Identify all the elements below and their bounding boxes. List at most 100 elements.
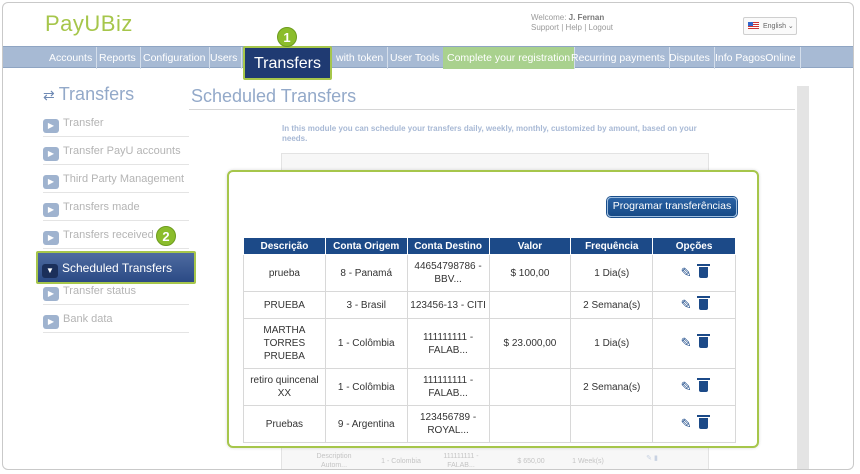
payu-biz-logo[interactable]: PayUBiz bbox=[45, 11, 133, 37]
cell-destino: 123456789 - ROYAL... bbox=[406, 405, 490, 443]
nav-disputes[interactable]: Disputes bbox=[665, 47, 715, 69]
edit-pencil-icon[interactable]: ✎ bbox=[681, 265, 692, 280]
bg-cell-descricao: Description Autom... bbox=[316, 453, 352, 469]
table-row: retiro quincenal XX 1 - Colômbia 1111111… bbox=[243, 368, 736, 406]
edit-pencil-icon[interactable]: ✎ bbox=[681, 297, 692, 312]
welcome-box: Welcome: J. Fernan Support | Help | Logo… bbox=[531, 13, 613, 33]
sidebar-title: ⇄ Transfers bbox=[43, 84, 134, 105]
table-row: PRUEBA 3 - Brasil 123456-13 - CITI 2 Sem… bbox=[243, 291, 736, 319]
scheduled-transfers-popup: Programar transferências Descrição Conta… bbox=[227, 170, 759, 448]
sidebar-item-label: Transfer status bbox=[63, 285, 136, 297]
cell-frequencia: 1 Dia(s) bbox=[570, 254, 654, 292]
bg-cell-origem: 1 - Colombia bbox=[381, 458, 421, 465]
edit-pencil-icon[interactable]: ✎ bbox=[681, 416, 692, 431]
col-conta-destino: Conta Destino bbox=[406, 237, 490, 255]
main-navbar: Accounts Reports Configuration Users wit… bbox=[3, 46, 853, 69]
sidebar-title-text: Transfers bbox=[58, 84, 135, 104]
header-links[interactable]: Support | Help | Logout bbox=[531, 23, 613, 32]
cell-destino: 111111111 - FALAB... bbox=[406, 318, 490, 369]
cell-opcoes: ✎ bbox=[652, 368, 736, 406]
bg-cell-valor: $ 650,00 bbox=[517, 458, 545, 465]
user-name: J. Fernan bbox=[568, 13, 605, 22]
nav-reports[interactable]: Reports bbox=[95, 47, 141, 69]
delete-trash-icon[interactable] bbox=[696, 334, 710, 348]
cell-frequencia: 2 Semana(s) bbox=[570, 291, 654, 319]
cell-valor bbox=[488, 291, 572, 319]
cell-frequencia: 2 Semana(s) bbox=[570, 368, 654, 406]
logo-text: PayUBiz bbox=[45, 11, 133, 36]
delete-trash-icon[interactable] bbox=[696, 295, 710, 310]
table-row: prueba 8 - Panamá 44654798786 - BBV... $… bbox=[243, 254, 736, 292]
sidebar-item-label: Transfer PayU accounts bbox=[63, 145, 181, 157]
cell-descricao: MARTHA TORRES PRUEBA bbox=[243, 318, 326, 369]
cell-frequencia: 1 Dia(s) bbox=[570, 318, 654, 369]
sidebar-item-scheduled-transfers[interactable]: ▼ Scheduled Transfers bbox=[36, 251, 196, 284]
sidebar-item-label: Transfers made bbox=[63, 201, 140, 213]
cell-destino: 123456-13 - CITI bbox=[406, 291, 490, 319]
edit-pencil-icon[interactable]: ✎ bbox=[681, 379, 692, 394]
nav-complete-registration[interactable]: Complete your registration bbox=[443, 47, 576, 69]
table-header-row: Descrição Conta Origem Conta Destino Val… bbox=[243, 237, 736, 255]
nav-transfers-highlighted[interactable]: Transfers bbox=[243, 46, 332, 80]
sidebar-item-transfer-payu[interactable]: ▶ Transfer PayU accounts bbox=[43, 137, 189, 165]
sidebar-item-transfer[interactable]: ▶ Transfer bbox=[43, 109, 189, 137]
arrow-right-icon: ▶ bbox=[43, 231, 59, 245]
background-table-row: Description Autom... 1 - Colombia 111111… bbox=[301, 447, 687, 469]
col-frequencia: Frequência bbox=[570, 237, 654, 255]
cell-valor: $ 100,00 bbox=[488, 254, 572, 292]
sidebar-item-label: Transfer bbox=[63, 117, 104, 129]
delete-trash-icon[interactable] bbox=[696, 263, 710, 278]
cell-origem: 8 - Panamá bbox=[324, 254, 408, 292]
arrow-right-icon: ▶ bbox=[43, 315, 59, 329]
nav-info-pagosonline[interactable]: Info PagosOnline bbox=[711, 47, 801, 69]
delete-trash-icon[interactable] bbox=[696, 414, 710, 429]
nav-recurring-payments[interactable]: Recurring payments bbox=[567, 47, 670, 69]
col-descricao: Descrição bbox=[243, 237, 326, 255]
cell-origem: 1 - Colômbia bbox=[324, 318, 408, 369]
cell-destino: 111111111 - FALAB... bbox=[406, 368, 490, 406]
step-badge-1: 1 bbox=[277, 27, 297, 47]
cell-opcoes: ✎ bbox=[652, 254, 736, 292]
col-valor: Valor bbox=[488, 237, 572, 255]
step-badge-2: 2 bbox=[156, 226, 176, 246]
edit-pencil-icon[interactable]: ✎ bbox=[681, 335, 692, 350]
cell-valor bbox=[488, 405, 572, 443]
table-row: MARTHA TORRES PRUEBA 1 - Colômbia 111111… bbox=[243, 318, 736, 369]
title-divider bbox=[189, 109, 795, 110]
nav-accounts[interactable]: Accounts bbox=[45, 47, 98, 69]
language-select[interactable]: English ⌄ bbox=[743, 17, 797, 35]
page-scrollbar[interactable] bbox=[797, 86, 809, 469]
nav-users[interactable]: Users bbox=[206, 47, 243, 69]
schedule-transfers-button[interactable]: Programar transferências bbox=[607, 197, 737, 217]
cell-opcoes: ✎ bbox=[652, 318, 736, 369]
cell-descricao: PRUEBA bbox=[243, 291, 326, 319]
nav-configuration[interactable]: Configuration bbox=[139, 47, 211, 69]
table-row: Pruebas 9 - Argentina 123456789 - ROYAL.… bbox=[243, 405, 736, 443]
cell-descricao: Pruebas bbox=[243, 405, 326, 443]
sidebar-item-label: Transfers received bbox=[63, 229, 154, 241]
sidebar-item-label: Third Party Management bbox=[63, 173, 185, 185]
arrow-right-icon: ▶ bbox=[43, 203, 59, 217]
scheduled-transfers-table: Descrição Conta Origem Conta Destino Val… bbox=[243, 237, 736, 443]
cell-descricao: prueba bbox=[243, 254, 326, 292]
arrow-right-icon: ▶ bbox=[43, 147, 59, 161]
delete-trash-icon[interactable] bbox=[696, 377, 710, 392]
nav-user-tools[interactable]: User Tools bbox=[386, 47, 445, 69]
sidebar-item-label: Scheduled Transfers bbox=[62, 261, 173, 275]
arrow-right-icon: ▶ bbox=[43, 175, 59, 189]
cell-origem: 9 - Argentina bbox=[324, 405, 408, 443]
sidebar-item-third-party[interactable]: ▶ Third Party Management bbox=[43, 165, 189, 193]
cell-opcoes: ✎ bbox=[652, 291, 736, 319]
cell-destino: 44654798786 - BBV... bbox=[406, 254, 490, 292]
sidebar-item-transfers-made[interactable]: ▶ Transfers made bbox=[43, 193, 189, 221]
welcome-label: Welcome: bbox=[531, 13, 567, 22]
sidebar-item-bank-data[interactable]: ▶ Bank data bbox=[43, 305, 189, 333]
cell-opcoes: ✎ bbox=[652, 405, 736, 443]
page-title: Scheduled Transfers bbox=[191, 86, 357, 106]
nav-with-token[interactable]: with token bbox=[332, 47, 389, 69]
cell-origem: 3 - Brasil bbox=[324, 291, 408, 319]
intro-text: In this module you can schedule your tra… bbox=[282, 124, 697, 143]
cell-frequencia bbox=[570, 405, 654, 443]
chevron-down-icon: ⌄ bbox=[787, 23, 794, 30]
language-value: English bbox=[763, 23, 786, 30]
